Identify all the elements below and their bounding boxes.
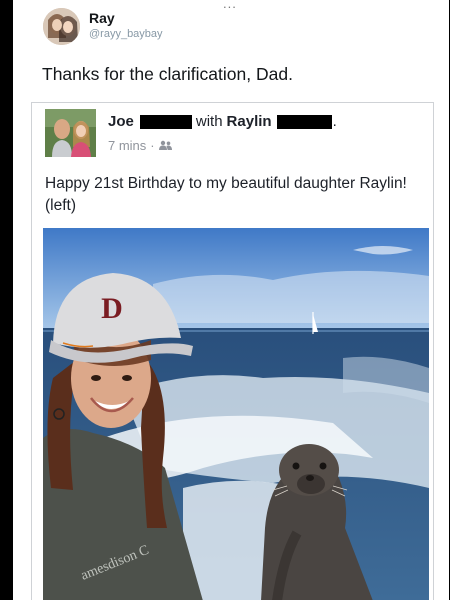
post-author-name[interactable]: Joe <box>108 113 134 130</box>
redaction-bar <box>139 114 192 129</box>
embedded-facebook-post: Joe with Raylin . 7 mins · Happy 21st Bi… <box>31 102 434 600</box>
post-timestamp[interactable]: 7 mins <box>108 138 146 153</box>
screenshot-frame: ... Ray @rayy_baybay Thanks for the clar… <box>0 0 450 600</box>
avatar[interactable] <box>43 8 80 45</box>
friends-icon[interactable] <box>158 138 172 153</box>
tweet-author-handle[interactable]: @rayy_baybay <box>89 28 163 40</box>
with-label: with <box>195 113 223 130</box>
tagged-person-name[interactable]: Raylin <box>227 113 272 130</box>
meta-separator: · <box>150 138 155 153</box>
post-body-text: Happy 21st Birthday to my beautiful daug… <box>45 175 407 214</box>
header-period: . <box>332 113 337 130</box>
post-photo[interactable]: D amesdison C <box>43 228 429 600</box>
post-meta: 7 mins · <box>108 138 172 153</box>
cap-logo: D <box>101 292 123 325</box>
tweet-card: ... Ray @rayy_baybay Thanks for the clar… <box>13 0 449 600</box>
redaction-bar <box>276 114 332 129</box>
tweet-text: Thanks for the clarification, Dad. <box>42 64 293 84</box>
post-author-avatar[interactable] <box>45 109 96 157</box>
more-options-icon[interactable]: ... <box>223 0 237 11</box>
post-header: Joe with Raylin . <box>108 113 337 130</box>
tweet-author-name[interactable]: Ray <box>89 10 115 26</box>
